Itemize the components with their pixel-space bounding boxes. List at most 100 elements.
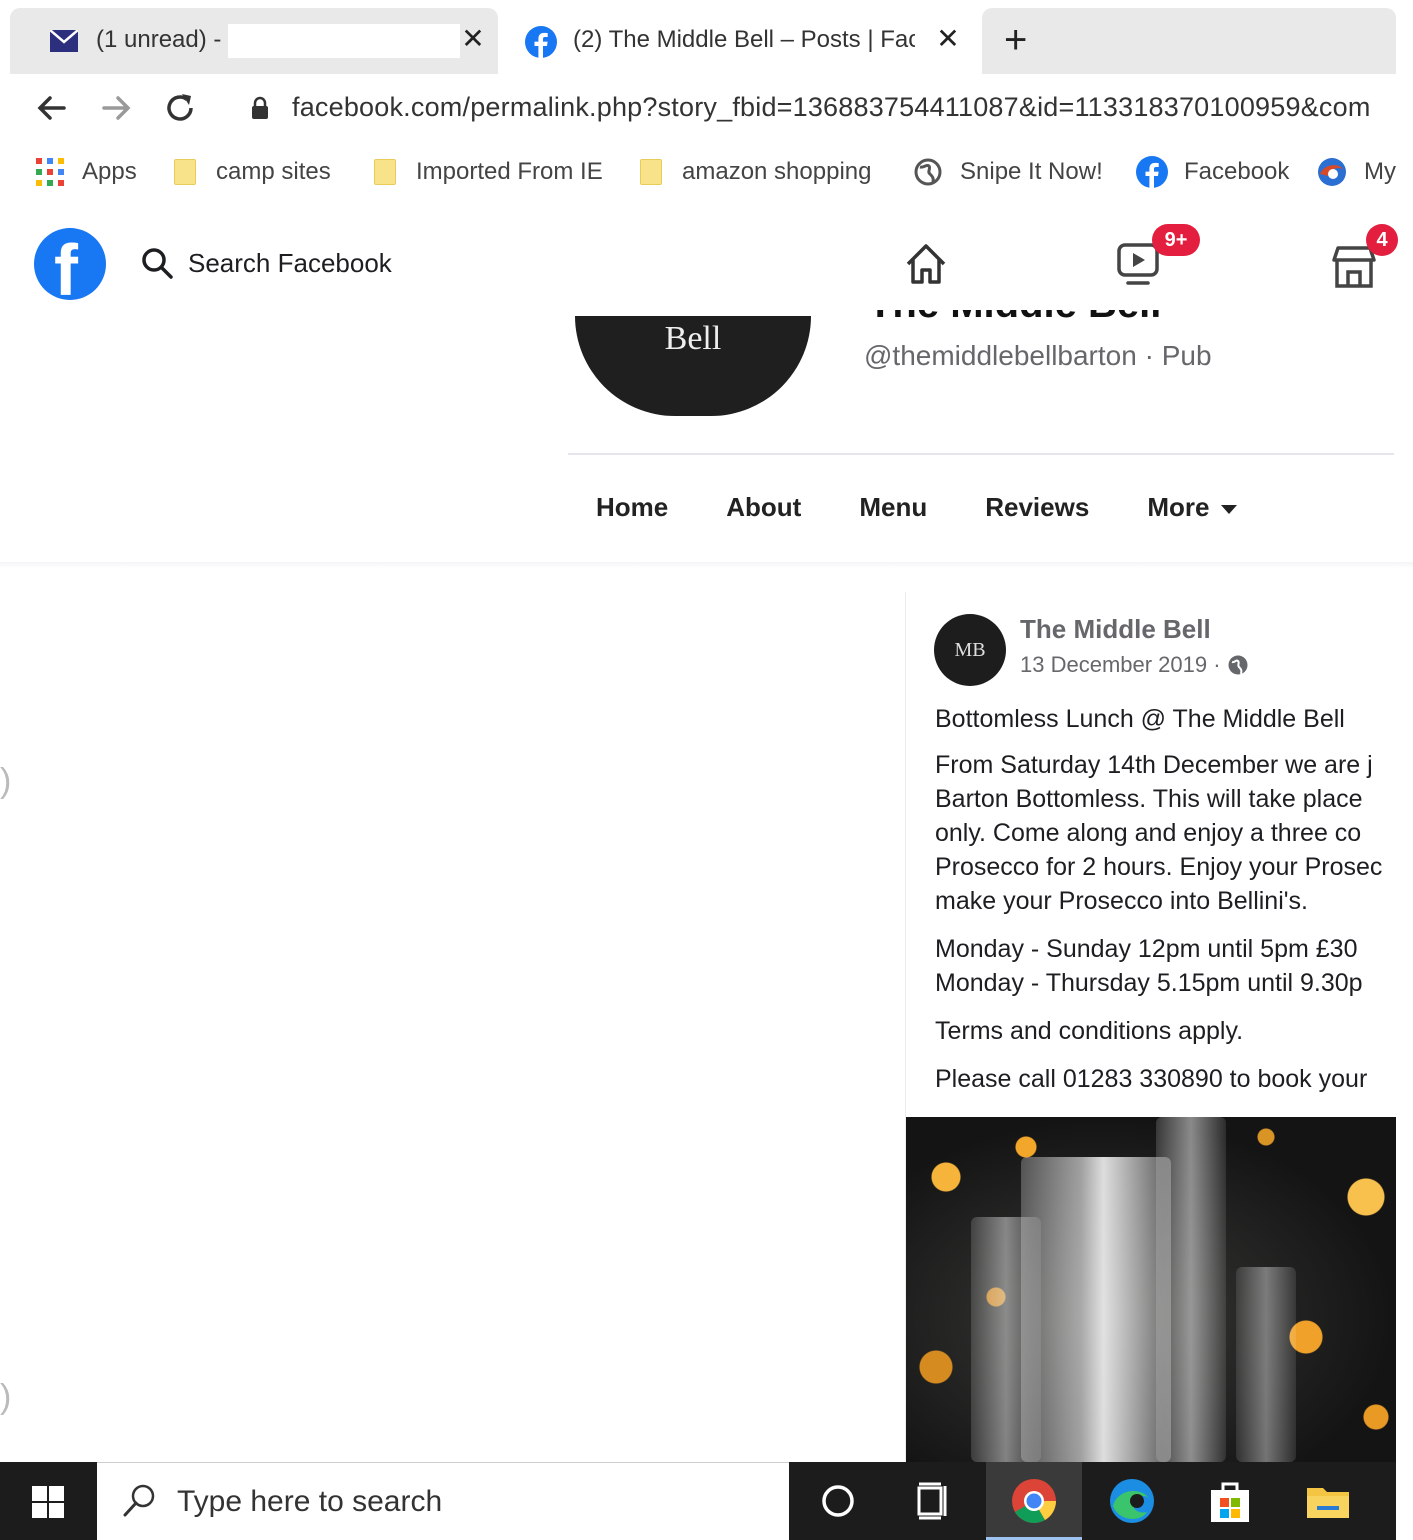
search-icon bbox=[142, 248, 173, 279]
tab-more-label: More bbox=[1147, 492, 1210, 522]
new-tab-area: + bbox=[982, 8, 1396, 74]
globe-icon bbox=[914, 158, 942, 186]
back-arrow-icon[interactable] bbox=[32, 88, 72, 128]
store-icon[interactable] bbox=[1205, 1476, 1255, 1526]
profile-picture-text: Bell bbox=[664, 320, 722, 357]
address-bar-url[interactable]: facebook.com/permalink.php?story_fbid=13… bbox=[292, 92, 1371, 123]
watch-notification-badge: 9+ bbox=[1152, 224, 1200, 256]
home-icon[interactable] bbox=[902, 240, 950, 288]
tab-menu[interactable]: Menu bbox=[859, 492, 927, 523]
windows-taskbar: Type here to search bbox=[0, 1462, 1413, 1540]
left-edge-mark: ) bbox=[0, 1378, 12, 1416]
page-profile-picture[interactable]: Bell bbox=[575, 316, 811, 416]
post-author-avatar[interactable]: MB bbox=[934, 614, 1006, 686]
bookmark-snipe-label: Snipe It Now! bbox=[960, 158, 1103, 185]
page-tabs: Home About Menu Reviews More bbox=[596, 492, 1295, 523]
bookmark-facebook[interactable]: Facebook bbox=[1136, 155, 1289, 189]
bookmark-apps[interactable]: Apps bbox=[36, 155, 137, 189]
glass-shape bbox=[1156, 1117, 1226, 1462]
post-text-line: only. Come along and enjoy a three co bbox=[935, 819, 1362, 847]
bookmark-facebook-label: Facebook bbox=[1184, 158, 1290, 185]
post-text-line: Bottomless Lunch @ The Middle Bell bbox=[935, 705, 1345, 733]
marketplace-nav[interactable]: 4 bbox=[1330, 224, 1400, 298]
start-button[interactable] bbox=[0, 1462, 97, 1540]
post-text-line: From Saturday 14th December we are j bbox=[935, 751, 1373, 779]
post-date[interactable]: 13 December 2019 · bbox=[1020, 652, 1221, 678]
close-tab-mail-icon[interactable]: ✕ bbox=[458, 22, 488, 55]
taskbar-search[interactable]: Type here to search bbox=[97, 1462, 789, 1540]
post-text-line: Barton Bottomless. This will take place bbox=[935, 785, 1363, 813]
taskbar-apps bbox=[789, 1462, 1396, 1540]
bookmarks-bar: Apps camp sites Imported From IE amazon … bbox=[0, 143, 1413, 203]
page-title-text: The Middle Bell bbox=[868, 310, 1161, 324]
post-photo-prosecco[interactable] bbox=[906, 1117, 1396, 1462]
page-handle: @themiddlebellbarton · Pub bbox=[864, 340, 1212, 371]
bookmark-camp-sites-label: camp sites bbox=[216, 158, 331, 185]
glass-shape bbox=[1236, 1267, 1296, 1462]
new-tab-button[interactable]: + bbox=[1004, 18, 1027, 62]
tab-about[interactable]: About bbox=[726, 492, 801, 523]
search-placeholder: Search Facebook bbox=[188, 247, 392, 278]
tab-home[interactable]: Home bbox=[596, 492, 668, 523]
caret-down-icon bbox=[1221, 504, 1238, 514]
left-edge-mark: ) bbox=[0, 762, 12, 800]
facebook-icon bbox=[525, 26, 557, 58]
bookmark-amazon-shopping[interactable]: amazon shopping bbox=[640, 155, 871, 189]
folder-icon bbox=[174, 159, 196, 185]
reload-icon[interactable] bbox=[160, 88, 200, 128]
tab-facebook[interactable]: (2) The Middle Bell – Posts | Face ✕ bbox=[505, 8, 977, 74]
bookmark-imported-label: Imported From IE bbox=[416, 158, 603, 185]
tab-more[interactable]: More bbox=[1147, 492, 1238, 523]
bookmark-my-label: My bbox=[1364, 158, 1396, 185]
folder-icon bbox=[374, 159, 396, 185]
post-card: MB The Middle Bell 13 December 2019 · Bo… bbox=[905, 592, 1396, 1462]
bookmark-camp-sites[interactable]: camp sites bbox=[174, 155, 331, 189]
facebook-search[interactable]: Search Facebook bbox=[140, 246, 392, 280]
cortana-icon[interactable] bbox=[813, 1476, 863, 1526]
facebook-logo-icon[interactable]: f bbox=[34, 228, 106, 311]
bookmark-snipe-it-now[interactable]: Snipe It Now! bbox=[914, 155, 1103, 189]
folder-icon bbox=[640, 159, 662, 185]
post-text-line: Prosecco for 2 hours. Enjoy your Prosec bbox=[935, 853, 1383, 881]
apps-grid-icon bbox=[36, 158, 64, 186]
post-text-line: make your Prosecco into Bellini's. bbox=[935, 887, 1308, 915]
tab-reviews[interactable]: Reviews bbox=[985, 492, 1089, 523]
task-view-icon[interactable] bbox=[909, 1476, 959, 1526]
edge-icon[interactable] bbox=[1107, 1476, 1157, 1526]
search-icon bbox=[123, 1484, 155, 1517]
watch-nav[interactable]: 9+ bbox=[1116, 224, 1206, 298]
windows-logo-icon bbox=[32, 1486, 64, 1518]
taskbar-search-placeholder: Type here to search bbox=[177, 1485, 443, 1518]
divider bbox=[568, 453, 1394, 455]
file-explorer-icon[interactable] bbox=[1303, 1476, 1353, 1526]
bookmark-imported-from-ie[interactable]: Imported From IE bbox=[374, 155, 603, 189]
post-text-line: Monday - Sunday 12pm until 5pm £30 bbox=[935, 935, 1358, 963]
chrome-icon[interactable] bbox=[1009, 1476, 1059, 1526]
bookmark-apps-label: Apps bbox=[82, 158, 137, 185]
globe-icon bbox=[1228, 655, 1248, 675]
browser-tab-strip: (1 unread) - ✕ (2) The Middle Bell – Pos… bbox=[0, 0, 1413, 78]
mail-icon bbox=[50, 30, 78, 52]
redacted-block bbox=[228, 24, 460, 58]
tab-mail[interactable]: (1 unread) - ✕ bbox=[10, 8, 498, 74]
tab-mail-title: (1 unread) - bbox=[96, 26, 222, 53]
forward-arrow-icon[interactable] bbox=[96, 88, 136, 128]
close-tab-facebook-icon[interactable]: ✕ bbox=[933, 22, 963, 55]
post-text-line: Please call 01283 330890 to book your bbox=[935, 1065, 1368, 1093]
page-title: The Middle Bell bbox=[868, 310, 1230, 324]
post-author-name[interactable]: The Middle Bell bbox=[1020, 614, 1211, 645]
section-divider bbox=[0, 562, 1413, 568]
post-text-line: Terms and conditions apply. bbox=[935, 1017, 1244, 1045]
navigation-bar: facebook.com/permalink.php?story_fbid=13… bbox=[0, 78, 1413, 140]
post-meta: 13 December 2019 · bbox=[1020, 652, 1249, 678]
browser-icon bbox=[1318, 158, 1346, 186]
facebook-icon bbox=[1136, 156, 1168, 188]
tab-facebook-title: (2) The Middle Bell – Posts | Face bbox=[573, 26, 915, 53]
bookmark-amazon-label: amazon shopping bbox=[682, 158, 872, 185]
post-text-line: Monday - Thursday 5.15pm until 9.30p bbox=[935, 969, 1363, 997]
glass-shape bbox=[1021, 1157, 1171, 1462]
facebook-header: f Search Facebook 9+ 4 bbox=[0, 210, 1413, 316]
bookmark-my[interactable]: My bbox=[1316, 155, 1396, 189]
lock-icon bbox=[252, 96, 268, 119]
marketplace-notification-badge: 4 bbox=[1366, 224, 1398, 256]
